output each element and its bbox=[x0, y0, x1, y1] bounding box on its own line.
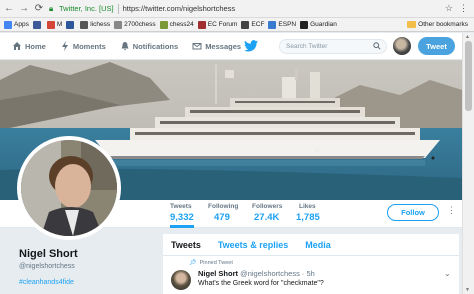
twitter-bird-icon[interactable] bbox=[244, 40, 258, 52]
tweet-author-name[interactable]: Nigel Short bbox=[198, 269, 238, 278]
browser-url-bar: ← → ⟳ 🔒︎ Twitter, Inc. [US] https://twit… bbox=[0, 0, 474, 18]
scrollbar-thumb[interactable] bbox=[465, 41, 472, 111]
stat-followers[interactable]: Followers 27.4K bbox=[252, 203, 282, 223]
bookmark-item[interactable] bbox=[32, 20, 43, 29]
bookmark-item[interactable]: lichess bbox=[80, 20, 111, 29]
stat-value: 479 bbox=[214, 212, 230, 223]
bookmark-favicon-icon bbox=[46, 20, 55, 29]
bookmark-item[interactable]: ECF bbox=[241, 20, 265, 29]
bookmark-favicon-icon bbox=[300, 20, 309, 29]
pinned-indicator: 📌︎ Pinned Tweet bbox=[189, 259, 233, 267]
home-icon bbox=[12, 41, 22, 51]
forward-icon[interactable]: → bbox=[18, 3, 30, 15]
bookmark-favicon-icon bbox=[32, 20, 41, 29]
tweet-header: Nigel Short @nigelshortchess · 5h bbox=[198, 269, 315, 278]
address-input[interactable]: https://twitter.com/nigelshortchess bbox=[123, 4, 236, 13]
scroll-down-icon[interactable]: ▼ bbox=[465, 287, 470, 293]
bookmark-favicon-icon bbox=[66, 20, 75, 29]
timeline: Tweets Tweets & replies Media 📌︎ Pinned … bbox=[163, 234, 459, 294]
bookmark-label: 2700chess bbox=[124, 21, 156, 28]
bookmark-label: chess24 bbox=[169, 21, 194, 28]
url-divider bbox=[117, 3, 119, 14]
stat-label: Following bbox=[208, 203, 239, 210]
search-placeholder: Search Twitter bbox=[286, 43, 328, 50]
scrollbar[interactable]: ▲ ▼ bbox=[462, 33, 474, 294]
bookmark-label: ESPN bbox=[278, 21, 297, 28]
star-icon[interactable]: ☆ bbox=[445, 3, 453, 14]
reload-icon[interactable]: ⟳ bbox=[33, 3, 45, 15]
bookmark-favicon-icon bbox=[159, 20, 168, 29]
secure-label: Twitter, Inc. [US] bbox=[59, 4, 114, 13]
follow-button[interactable]: Follow bbox=[387, 204, 439, 221]
envelope-icon bbox=[192, 41, 202, 51]
nav-home-label: Home bbox=[25, 41, 46, 51]
stat-likes[interactable]: Likes 1,785 bbox=[296, 203, 320, 223]
bookmark-favicon-icon bbox=[268, 20, 277, 29]
account-avatar[interactable] bbox=[393, 37, 411, 55]
stat-value: 1,785 bbox=[296, 212, 320, 223]
bookmark-label: ECF bbox=[251, 21, 265, 28]
nav-moments[interactable]: Moments bbox=[60, 41, 106, 51]
stat-value: 9,332 bbox=[170, 212, 194, 223]
stat-label: Likes bbox=[299, 203, 316, 210]
profile-hashtag-link[interactable]: #cleanhands4fide bbox=[19, 279, 74, 286]
bookmark-favicon-icon bbox=[114, 20, 123, 29]
tab-media[interactable]: Media bbox=[305, 240, 331, 250]
bookmark-label: M bbox=[56, 21, 63, 28]
bookmarks-bar: Apps Mlichess 2700chess chess24 EC Forum ECF E… bbox=[0, 18, 474, 32]
lock-icon: 🔒︎ bbox=[49, 3, 54, 13]
tweet-author-avatar[interactable] bbox=[171, 270, 191, 290]
search-icon[interactable] bbox=[373, 41, 381, 52]
timeline-tabs: Tweets Tweets & replies Media bbox=[163, 234, 459, 256]
bookmark-favicon-icon bbox=[197, 20, 206, 29]
nav-notifications[interactable]: Notifications bbox=[120, 41, 178, 51]
profile-avatar[interactable] bbox=[17, 136, 121, 240]
bookmark-label: lichess bbox=[90, 21, 111, 28]
bolt-icon bbox=[60, 41, 70, 51]
stat-value: 27.4K bbox=[254, 212, 280, 223]
pin-icon: 📌︎ bbox=[189, 260, 197, 266]
tab-tweets[interactable]: Tweets bbox=[171, 240, 201, 250]
stat-label: Tweets bbox=[170, 203, 192, 210]
tweet-meta: @nigelshortchess · 5h bbox=[240, 269, 315, 278]
bookmark-item[interactable] bbox=[66, 20, 76, 29]
tweet-text: What's the Greek word for "checkmate"? bbox=[198, 280, 324, 287]
bookmark-item[interactable]: Guardian bbox=[300, 20, 337, 29]
bell-icon bbox=[120, 41, 130, 51]
scroll-up-icon[interactable]: ▲ bbox=[465, 34, 470, 40]
bookmark-label: EC Forum bbox=[207, 21, 238, 28]
tweet-button[interactable]: Tweet bbox=[418, 37, 455, 55]
bookmark-label: Apps bbox=[14, 21, 29, 28]
bookmark-item[interactable]: chess24 bbox=[159, 20, 194, 29]
bookmark-item[interactable]: Apps bbox=[4, 20, 29, 29]
nav-messages[interactable]: Messages bbox=[192, 41, 241, 51]
nav-home[interactable]: Home bbox=[12, 41, 46, 51]
folder-icon bbox=[407, 21, 417, 28]
bookmark-favicon-icon bbox=[4, 20, 12, 29]
bookmark-item[interactable]: EC Forum bbox=[197, 20, 238, 29]
bookmark-favicon-icon bbox=[241, 20, 250, 29]
profile-name: Nigel Short bbox=[19, 248, 78, 260]
search-input[interactable]: Search Twitter bbox=[279, 39, 387, 54]
profile-handle: @nigelshortchess bbox=[19, 263, 75, 270]
other-bookmarks-label: Other bookmarks bbox=[418, 21, 468, 28]
bookmark-item[interactable]: ESPN bbox=[268, 20, 297, 29]
other-bookmarks[interactable]: Other bookmarks bbox=[407, 21, 468, 28]
nav-notifications-label: Notifications bbox=[132, 41, 179, 51]
stat-label: Followers bbox=[252, 203, 283, 210]
nav-messages-label: Messages bbox=[205, 41, 242, 51]
stat-following[interactable]: Following 479 bbox=[208, 203, 238, 223]
menu-icon[interactable]: ⋮ bbox=[459, 3, 468, 14]
bookmark-label: Guardian bbox=[310, 21, 337, 28]
bookmark-item[interactable]: M bbox=[46, 20, 63, 29]
bookmark-item[interactable]: 2700chess bbox=[114, 20, 156, 29]
stat-tweets[interactable]: Tweets 9,332 bbox=[170, 203, 194, 228]
pinned-label: Pinned Tweet bbox=[199, 259, 233, 266]
tab-tweets-replies[interactable]: Tweets & replies bbox=[218, 240, 288, 250]
back-icon[interactable]: ← bbox=[3, 3, 15, 15]
bookmark-favicon-icon bbox=[80, 20, 89, 29]
chevron-down-icon[interactable]: ⌄ bbox=[444, 269, 451, 278]
more-options-icon[interactable]: ⋮ bbox=[447, 205, 456, 216]
nav-moments-label: Moments bbox=[72, 41, 106, 51]
